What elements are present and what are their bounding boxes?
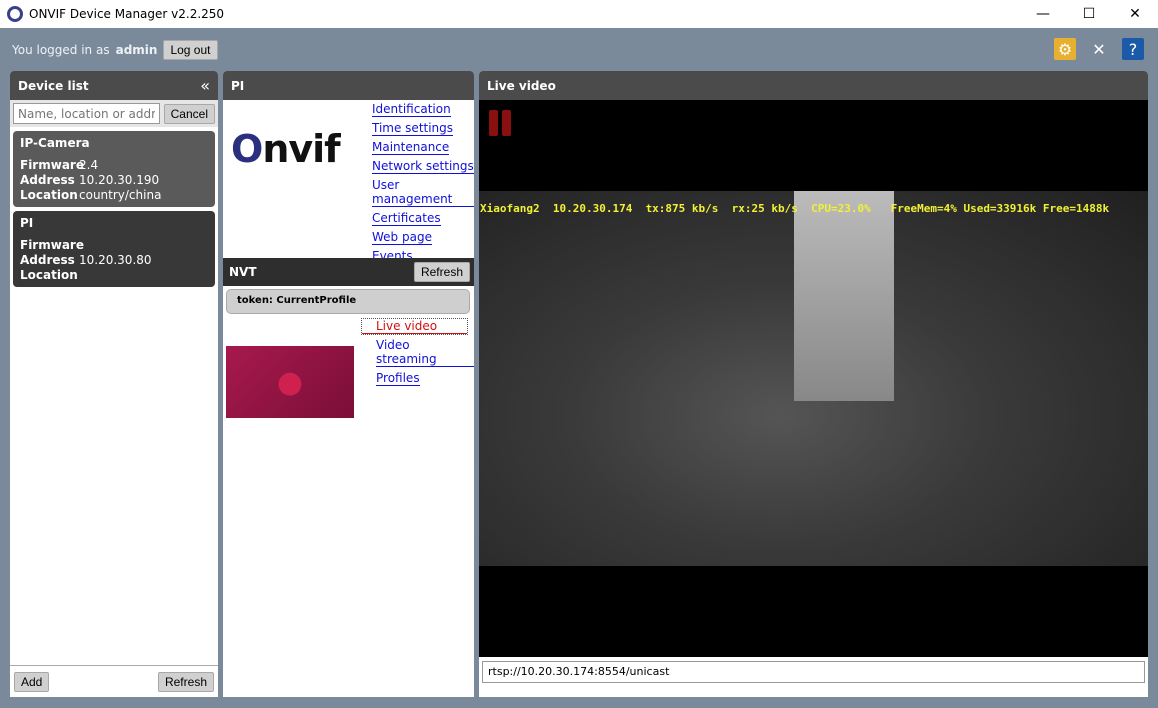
- device-item-ip-camera[interactable]: IP-Camera Firmware 2.4 Address 10.20.30.19…: [13, 131, 215, 207]
- video-frame: [479, 191, 1148, 566]
- minimize-button[interactable]: —: [1020, 0, 1066, 28]
- link-video-streaming[interactable]: Video streaming: [376, 338, 474, 367]
- device-name: PI: [20, 216, 34, 230]
- label: Firmware: [20, 238, 84, 252]
- collapse-icon[interactable]: «: [200, 76, 210, 95]
- address-value: 10.20.30.190: [79, 173, 160, 187]
- login-prefix: You logged in as: [12, 43, 110, 57]
- title-bar: ONVIF Device Manager v2.2.250 — ☐ ✕: [0, 0, 1158, 28]
- link-user-management[interactable]: User management: [372, 178, 474, 207]
- pause-icon[interactable]: [489, 110, 511, 136]
- device-name: IP-Camera: [20, 136, 90, 150]
- stream-url-field[interactable]: rtsp://10.20.30.174:8554/unicast: [482, 661, 1145, 683]
- link-network-settings[interactable]: Network settings: [372, 159, 474, 174]
- nvt-refresh-button[interactable]: Refresh: [413, 262, 470, 282]
- link-certificates[interactable]: Certificates: [372, 211, 441, 226]
- video-view[interactable]: Xiaofang2 10.20.30.174 tx:875 kb/s rx:25…: [479, 100, 1148, 657]
- close-button[interactable]: ✕: [1112, 0, 1158, 28]
- label: Location: [20, 188, 78, 202]
- address-value: 10.20.30.80: [79, 253, 152, 267]
- live-video-title: Live video: [479, 71, 1148, 100]
- onvif-logo: Onvif: [231, 127, 341, 171]
- device-item-pi[interactable]: PI Firmware Address 10.20.30.80 Location: [13, 211, 215, 287]
- nvt-title: NVT: [229, 265, 257, 279]
- link-time-settings[interactable]: Time settings: [372, 121, 454, 136]
- live-video-panel: Live video Xiaofang2 10.20.30.174 tx:875…: [479, 71, 1148, 697]
- device-list-panel: Device list « Cancel IP-Camera Firmware2…: [10, 71, 218, 697]
- video-osd-text: Xiaofang2 10.20.30.174 tx:875 kb/s rx:25…: [480, 202, 1110, 215]
- label: Firmware: [20, 158, 84, 172]
- search-input[interactable]: [13, 103, 160, 124]
- logout-button[interactable]: Log out: [163, 40, 218, 60]
- firmware-value: 2.4: [79, 158, 99, 172]
- label: Address: [20, 173, 75, 187]
- link-maintenance[interactable]: Maintenance: [372, 140, 450, 155]
- location-value: country/china: [79, 188, 162, 202]
- refresh-button[interactable]: Refresh: [157, 671, 214, 692]
- login-user: admin: [115, 43, 158, 57]
- help-icon[interactable]: ?: [1122, 38, 1144, 60]
- add-button[interactable]: Add: [14, 671, 50, 692]
- cancel-button[interactable]: Cancel: [163, 103, 215, 124]
- device-list-title: Device list: [18, 78, 89, 93]
- device-title: PI: [223, 71, 474, 100]
- login-bar: You logged in as admin Log out: [12, 40, 218, 60]
- settings-icon[interactable]: ⚙: [1054, 38, 1076, 60]
- label: Location: [20, 268, 78, 282]
- device-panel: PI Onvif Identification Time settings Ma…: [223, 71, 474, 697]
- link-profiles[interactable]: Profiles: [376, 371, 420, 386]
- profile-token[interactable]: token: CurrentProfile: [226, 289, 470, 314]
- tools-icon[interactable]: ✕: [1088, 38, 1110, 60]
- raspberry-pi-image: ●: [226, 346, 354, 418]
- app-icon: [7, 6, 23, 22]
- maximize-button[interactable]: ☐: [1066, 0, 1112, 28]
- link-live-video[interactable]: Live video: [360, 318, 469, 335]
- window-title: ONVIF Device Manager v2.2.250: [29, 7, 225, 21]
- link-web-page[interactable]: Web page: [372, 230, 432, 245]
- link-identification[interactable]: Identification: [372, 102, 451, 117]
- label: Address: [20, 253, 75, 267]
